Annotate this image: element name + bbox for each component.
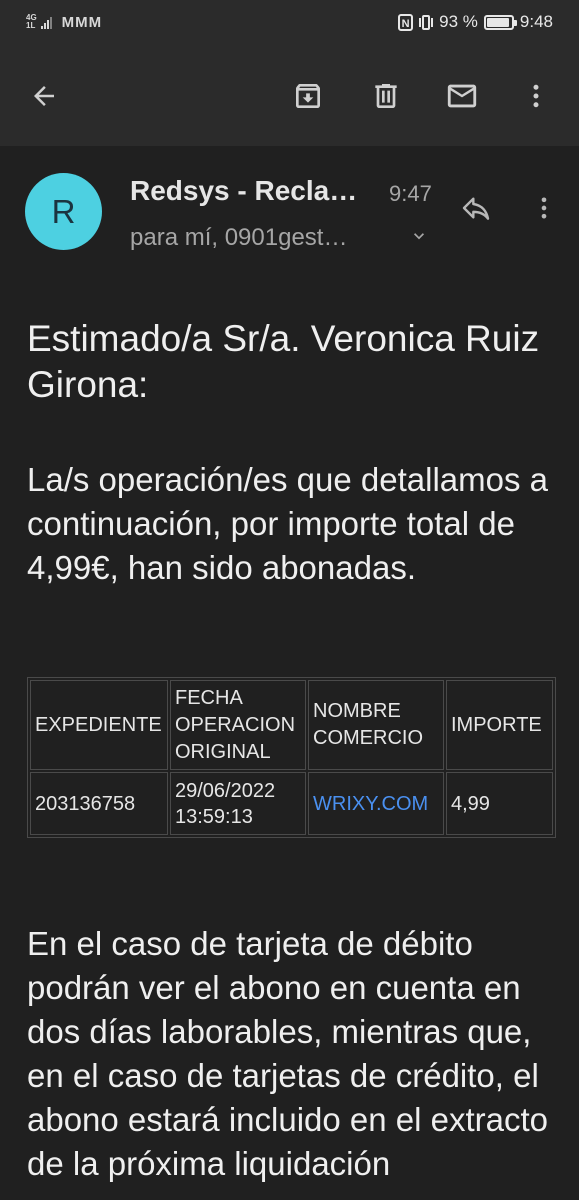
- header-fecha: FECHA OPERACION ORIGINAL: [170, 680, 306, 770]
- more-options-button[interactable]: [514, 74, 558, 118]
- merchant-link[interactable]: WRIXY.COM: [313, 793, 428, 815]
- status-bar-right: N 93 % 9:48: [398, 10, 553, 34]
- sender-avatar[interactable]: R: [25, 173, 102, 250]
- cell-expediente: 203136758: [30, 772, 168, 835]
- back-button[interactable]: [22, 74, 66, 118]
- table-header-row: EXPEDIENTE FECHA OPERACION ORIGINAL NOMB…: [30, 680, 553, 770]
- nfc-icon: N: [398, 13, 414, 31]
- expand-details-button[interactable]: [409, 226, 429, 251]
- network-type: 4G 1L: [26, 14, 37, 30]
- recipients[interactable]: para mí, 0901gest…: [130, 224, 347, 252]
- message-more-button[interactable]: [526, 186, 562, 230]
- more-vertical-icon: [541, 197, 547, 219]
- battery-percent: 93 %: [439, 12, 478, 31]
- battery-icon: [483, 14, 517, 30]
- archive-icon: [296, 84, 320, 108]
- cell-comercio: WRIXY.COM: [308, 772, 444, 835]
- email-greeting: Estimado/a Sr/a. Veronica Ruiz Girona:: [27, 318, 540, 405]
- status-bar: 4G 1L MMM N 93 % 9:48: [0, 0, 579, 44]
- more-vertical-icon: [533, 84, 539, 108]
- signal-icon: [40, 15, 52, 29]
- email-closing: En el caso de tarjeta de débito podrán v…: [27, 925, 549, 1182]
- cell-fecha: 29/06/2022 13:59:13: [170, 772, 306, 835]
- mark-unread-button[interactable]: [440, 74, 484, 118]
- toolbar: [0, 44, 579, 146]
- reply-button[interactable]: [454, 186, 498, 230]
- header-comercio: NOMBRE COMERCIO: [308, 680, 444, 770]
- notification-icons: MMM: [61, 13, 103, 31]
- network-type-line-2: 1L: [26, 21, 36, 30]
- mail-icon: [447, 84, 477, 108]
- header-importe: IMPORTE: [446, 680, 553, 770]
- vibrate-icon: [419, 14, 434, 30]
- sender-name[interactable]: Redsys - Recla…: [130, 175, 357, 207]
- delete-button[interactable]: [364, 74, 408, 118]
- status-bar-left: 4G 1L MMM: [26, 12, 102, 32]
- trash-icon: [375, 84, 397, 108]
- message-time: 9:47: [389, 181, 432, 206]
- reply-icon: [462, 197, 490, 220]
- clock: 9:48: [519, 12, 553, 31]
- table-row: 203136758 29/06/2022 13:59:13 WRIXY.COM …: [30, 772, 553, 835]
- chevron-down-icon: [414, 233, 424, 240]
- arrow-left-icon: [34, 86, 54, 106]
- email-intro: La/s operación/es que detallamos a conti…: [27, 461, 549, 586]
- operations-table: EXPEDIENTE FECHA OPERACION ORIGINAL NOMB…: [27, 677, 556, 838]
- cell-importe: 4,99: [446, 772, 553, 835]
- archive-button[interactable]: [286, 74, 330, 118]
- header-expediente: EXPEDIENTE: [30, 680, 168, 770]
